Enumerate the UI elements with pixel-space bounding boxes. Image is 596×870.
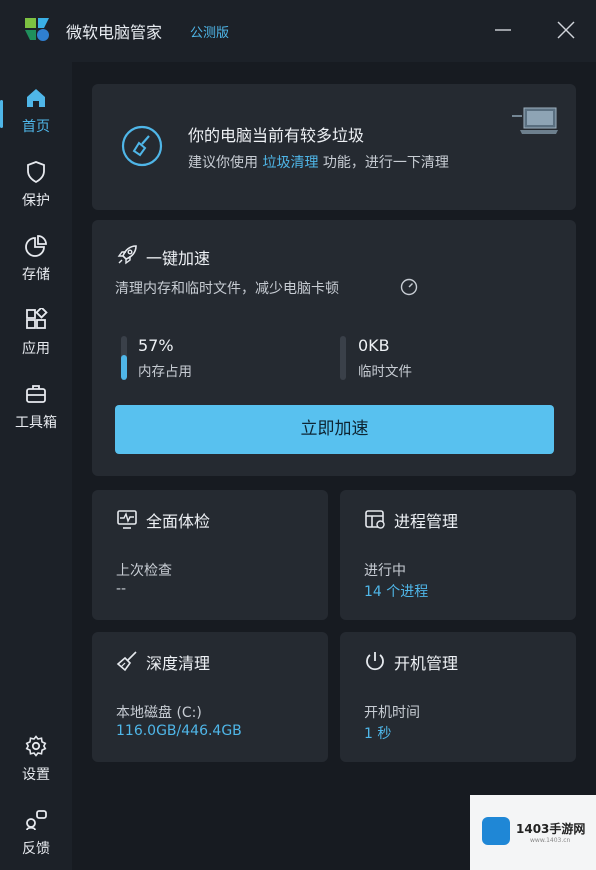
memory-usage-label: 内存占用 (138, 364, 192, 380)
process-window-icon (365, 510, 385, 529)
boost-card: 一键加速 清理内存和临时文件，减少电脑卡顿 57% 内存占用 0KB 临时文件 … (92, 220, 576, 476)
sidebar-item-label: 工具箱 (15, 415, 57, 431)
close-button[interactable] (552, 16, 580, 44)
broom-icon (116, 651, 137, 672)
sidebar-item-settings[interactable]: 设置 (0, 726, 72, 794)
deep-clean-tile[interactable]: 深度清理 本地磁盘 (C:) 116.0GB/446.4GB (92, 632, 328, 762)
process-management-title: 进程管理 (394, 512, 459, 531)
boost-now-button[interactable]: 立即加速 (115, 405, 554, 454)
memory-usage-value: 57% (138, 336, 174, 355)
sidebar: 首页 保护 存储 应用 工具箱 设置 反馈 (0, 62, 72, 870)
boot-time-value: 1 秒 (364, 726, 392, 742)
memory-usage-fill (121, 354, 127, 380)
health-check-tile[interactable]: 全面体检 上次检查 -- (92, 490, 328, 620)
temp-files-value: 0KB (358, 336, 390, 355)
broom-icon (121, 125, 163, 167)
sidebar-item-label: 设置 (22, 767, 50, 783)
temp-files-label: 临时文件 (358, 364, 412, 380)
deep-clean-title: 深度清理 (146, 654, 211, 673)
health-check-value: -- (116, 581, 127, 597)
watermark: 1403手游网 www.1403.cn (470, 795, 596, 870)
junk-clean-link[interactable]: 垃圾清理 (262, 155, 318, 171)
monitor-pulse-icon (117, 510, 137, 529)
minimize-button[interactable] (489, 16, 517, 44)
app-title: 微软电脑管家 (66, 23, 163, 42)
junk-alert-banner: 你的电脑当前有较多垃圾 建议你使用 垃圾清理 功能，进行一下清理 (92, 84, 576, 210)
startup-management-title: 开机管理 (394, 654, 459, 673)
health-check-label: 上次检查 (116, 563, 172, 579)
pie-chart-icon (25, 235, 47, 257)
temp-files-bar (340, 336, 346, 380)
sidebar-item-label: 反馈 (22, 841, 50, 857)
process-management-tile[interactable]: 进程管理 进行中 14 个进程 (340, 490, 576, 620)
disk-label: 本地磁盘 (C:) (116, 705, 202, 721)
process-status-label: 进行中 (364, 563, 406, 579)
banner-title: 你的电脑当前有较多垃圾 (188, 126, 365, 145)
app-logo-icon (25, 18, 49, 41)
laptop-illustration-icon (512, 107, 558, 134)
sidebar-item-toolbox[interactable]: 工具箱 (0, 374, 72, 442)
gear-icon (25, 735, 47, 757)
banner-subtitle-suffix: 功能，进行一下清理 (318, 155, 449, 171)
sidebar-item-label: 应用 (22, 341, 50, 357)
home-icon (27, 89, 45, 107)
gauge-icon (400, 278, 418, 296)
close-icon (557, 21, 575, 39)
apps-icon (26, 308, 48, 329)
rocket-icon (117, 245, 137, 265)
sidebar-item-feedback[interactable]: 反馈 (0, 800, 72, 868)
memory-usage-bar (121, 336, 127, 380)
health-check-title: 全面体检 (146, 512, 211, 531)
minimize-icon (495, 29, 511, 31)
watermark-text: 1403手游网 (516, 822, 586, 836)
boost-description: 清理内存和临时文件，减少电脑卡顿 (115, 281, 339, 297)
startup-management-tile[interactable]: 开机管理 开机时间 1 秒 (340, 632, 576, 762)
beta-badge: 公测版 (190, 26, 230, 41)
sidebar-item-home[interactable]: 首页 (0, 78, 72, 146)
sidebar-item-apps[interactable]: 应用 (0, 300, 72, 368)
sidebar-item-label: 保护 (22, 193, 50, 209)
shield-icon (27, 161, 45, 184)
sidebar-item-storage[interactable]: 存储 (0, 226, 72, 294)
sidebar-item-protect[interactable]: 保护 (0, 152, 72, 220)
boost-title: 一键加速 (146, 249, 211, 268)
feedback-icon (26, 810, 47, 831)
banner-subtitle-prefix: 建议你使用 (188, 155, 263, 171)
boot-time-label: 开机时间 (364, 705, 420, 721)
title-bar: 微软电脑管家 公测版 (0, 0, 596, 62)
sidebar-item-label: 存储 (22, 267, 50, 283)
sidebar-item-label: 首页 (22, 119, 50, 135)
watermark-logo-icon (482, 817, 510, 845)
process-count-value: 14 个进程 (364, 584, 429, 600)
main-content: 你的电脑当前有较多垃圾 建议你使用 垃圾清理 功能，进行一下清理 一键加速 清理… (72, 62, 596, 870)
watermark-subtext: www.1403.cn (530, 837, 571, 844)
power-icon (366, 652, 384, 671)
disk-usage-value: 116.0GB/446.4GB (116, 723, 242, 739)
toolbox-icon (26, 385, 46, 403)
banner-subtitle: 建议你使用 垃圾清理 功能，进行一下清理 (188, 152, 449, 172)
